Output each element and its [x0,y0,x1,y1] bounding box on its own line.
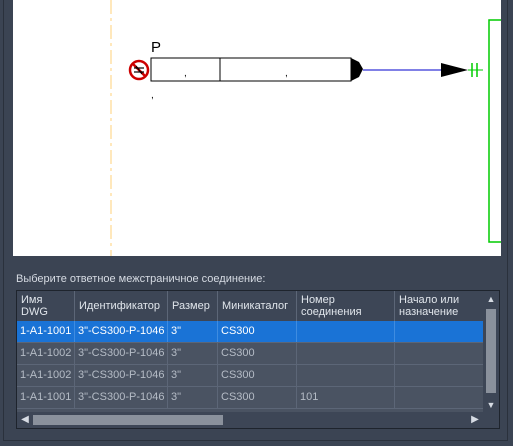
drawing-svg: P , , , [110,0,501,256]
cell-minicatalog: CS300 [218,343,297,364]
column-header-dwg-name[interactable]: Имя DWG [17,291,75,321]
cell-identifier: 3"-CS300-P-1046 [75,365,168,386]
pipe-label: P [151,39,161,56]
connector-bracket [488,19,501,243]
cell-identifier: 3"-CS300-P-1046 [75,343,168,364]
cell-connection-number [297,321,395,342]
cell-minicatalog: CS300 [218,387,297,408]
cell-size: 3" [168,387,218,408]
flow-arrow-icon [441,63,468,77]
scroll-down-icon[interactable]: ▼ [483,397,499,413]
cell-identifier: 3"-CS300-P-1046 [75,321,168,342]
cell-connection-number [297,365,395,386]
vertical-scroll-thumb[interactable] [486,309,496,393]
dim-mark-3: , [151,90,154,101]
cell-start-or-dest [395,365,483,386]
column-header-minicatalog[interactable]: Миникаталог [218,291,297,321]
cell-dwg-name: 1-A1-1002 [17,365,75,386]
column-header-connection-number[interactable]: Номер соединения [297,291,395,321]
pipe-end-cap [351,58,363,81]
cell-start-or-dest [395,343,483,364]
cell-dwg-name: 1-A1-1001 [17,321,75,342]
pipe-body[interactable] [150,57,352,82]
table-row[interactable]: 1-A1-1001 3"-CS300-P-1046 3" CS300 101 [17,387,483,409]
cell-size: 3" [168,321,218,342]
dim-mark-2: , [285,68,288,79]
column-header-identifier[interactable]: Идентификатор [75,291,168,321]
table-row[interactable]: 1-A1-1002 3"-CS300-P-1046 3" CS300 [17,365,483,387]
cell-start-or-dest [395,321,483,342]
scroll-right-icon[interactable]: ▶ [467,412,483,428]
cell-minicatalog: CS300 [218,365,297,386]
cell-dwg-name: 1-A1-1002 [17,343,75,364]
cell-connection-number: 101 [297,387,395,408]
vertical-scrollbar[interactable]: ▲ ▼ [483,291,499,413]
horizontal-scroll-thumb[interactable] [33,415,223,425]
cell-size: 3" [168,365,218,386]
horizontal-scrollbar[interactable]: ◀ ▶ [17,412,483,428]
scroll-up-icon[interactable]: ▲ [483,291,499,307]
column-header-size[interactable]: Размер [168,291,218,321]
drawing-preview: P , , , [13,0,501,256]
cell-identifier: 3"-CS300-P-1046 [75,387,168,408]
cell-connection-number [297,343,395,364]
scrollbar-corner [483,412,499,428]
table-row[interactable]: 1-A1-1002 3"-CS300-P-1046 3" CS300 [17,343,483,365]
table-row[interactable]: 1-A1-1001 3"-CS300-P-1046 3" CS300 [17,321,483,343]
connection-grid[interactable]: Имя DWG Идентификатор Размер Миникаталог… [16,290,500,429]
prompt-label: Выберите ответное межстраничное соединен… [16,273,266,285]
dim-mark-1: , [184,68,187,79]
cell-start-or-dest [395,387,483,408]
cell-size: 3" [168,343,218,364]
grid-header: Имя DWG Идентификатор Размер Миникаталог… [17,291,483,321]
cell-dwg-name: 1-A1-1001 [17,387,75,408]
valve-symbol-icon[interactable] [128,59,150,81]
column-header-start-or-dest[interactable]: Начало или назначение [395,291,483,321]
scroll-left-icon[interactable]: ◀ [17,412,33,428]
cell-minicatalog: CS300 [218,321,297,342]
